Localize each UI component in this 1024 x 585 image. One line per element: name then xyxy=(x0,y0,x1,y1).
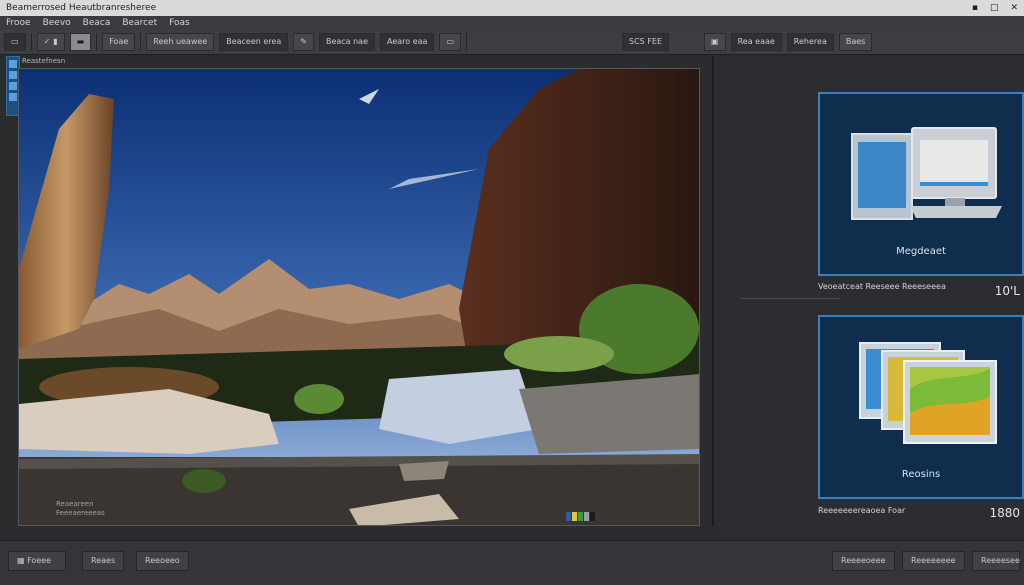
check-icon: ✓ xyxy=(43,37,51,46)
color-chip[interactable] xyxy=(566,512,571,521)
toolbar-button-3[interactable]: Beaceen erea xyxy=(219,33,289,51)
tool-icon[interactable] xyxy=(9,82,17,90)
tool-icon[interactable] xyxy=(9,93,17,101)
toolbar-button-1[interactable]: Foae xyxy=(102,33,136,51)
toolbar-separator xyxy=(30,33,32,51)
color-chip[interactable] xyxy=(572,512,577,521)
card-info-text: Veoeatceat Reeseee Reeeseeea xyxy=(818,282,946,291)
toolbar-button-6[interactable]: SCS FEE xyxy=(622,33,670,51)
menu-item-4[interactable]: Bearcet xyxy=(122,16,157,30)
menu-item-5[interactable]: Foas xyxy=(169,16,190,30)
menu-bar: Frooe Beevo Beaca Bearcet Foas xyxy=(0,16,1024,30)
bottom-left-button[interactable]: ▦ Foeee xyxy=(8,551,66,571)
color-chips[interactable] xyxy=(566,512,595,521)
check-button[interactable]: ✓ ▮ xyxy=(36,33,65,51)
maximize-icon[interactable]: □ xyxy=(990,0,999,16)
image-tool-button[interactable]: ▬ xyxy=(69,33,92,51)
toolbar-separator xyxy=(466,33,468,51)
viewer-status: Reaeareen Feeeaereeeas xyxy=(56,500,105,518)
card-info: Veoeatceat Reeseee Reeeseeea xyxy=(818,282,946,291)
bottom-button-5[interactable]: Reeeeeeee xyxy=(902,551,965,571)
folder-icon: ▭ xyxy=(11,37,19,46)
color-chip[interactable] xyxy=(578,512,583,521)
image-icon: ▬ xyxy=(76,37,85,46)
title-bar: Beamerrosed Heautbranresheree ▪ □ ✕ xyxy=(0,0,1024,16)
brush-icon: ✎ xyxy=(300,37,307,46)
landscape-image xyxy=(19,69,699,525)
folder-button[interactable]: ▭ xyxy=(4,33,26,51)
computer-icon xyxy=(851,127,1002,220)
menu-item-3[interactable]: Beaca xyxy=(83,16,111,30)
brush-button[interactable]: ✎ xyxy=(293,33,314,51)
grid-icon: ▦ xyxy=(17,556,28,565)
window-title: Beamerrosed Heautbranresheree xyxy=(6,3,157,13)
menu-item-1[interactable]: Frooe xyxy=(6,16,31,30)
toolbar-button-5[interactable]: Aearo eaa xyxy=(380,33,435,51)
toolbar-separator xyxy=(140,33,142,51)
toolbar-button-4[interactable]: Beaca nae xyxy=(318,33,376,51)
media-card-2[interactable]: Reosins xyxy=(818,315,1024,499)
menu-item-2[interactable]: Beevo xyxy=(43,16,71,30)
canvas-corner-label: Reastefnesn xyxy=(22,57,66,65)
toolbar: ▭ ✓ ▮ ▬ Foae Reeh ueawee Beaceen erea ✎ B… xyxy=(0,30,1024,55)
viewer-status-line: Reaeareen xyxy=(56,500,94,508)
bottom-bar: ▦ Foeee Reaes Reeoeeo Reeeeoeee Reeeeeee… xyxy=(0,540,1024,585)
toolbar-button-8[interactable]: Reherea xyxy=(786,33,834,51)
card-count: 1880 xyxy=(989,506,1020,520)
media-card-1[interactable]: Megdeaet xyxy=(818,92,1024,276)
color-chip[interactable] xyxy=(590,512,595,521)
window-controls: ▪ □ ✕ xyxy=(972,0,1018,16)
tool-icon[interactable] xyxy=(9,71,17,79)
photo-stack-icon xyxy=(859,342,997,444)
card-title: Reosins xyxy=(901,469,941,480)
card-info: Reeeeeeereaoea Foar xyxy=(818,506,905,515)
bottom-button-6[interactable]: Reeeesee xyxy=(972,551,1020,571)
toolbar-button-7[interactable]: Rea eaae xyxy=(730,33,782,51)
image-viewer[interactable] xyxy=(18,68,700,526)
viewer-status-line: Feeeaereeeas xyxy=(56,509,105,517)
minimize-icon[interactable]: ▪ xyxy=(972,0,978,16)
bottom-button-3[interactable]: Reeoeeo xyxy=(136,551,189,571)
card-count: 10'L xyxy=(994,284,1020,298)
tool-icon[interactable] xyxy=(9,60,17,68)
bottom-button-2[interactable]: Reaes xyxy=(82,551,125,571)
bottom-button-4[interactable]: Reeeeoeee xyxy=(832,551,895,571)
toggle-button[interactable]: ▭ xyxy=(439,33,462,51)
toolbar-separator xyxy=(96,33,98,51)
panel-rule xyxy=(740,298,840,299)
card-info-text: Reeeeeeereaoea Foar xyxy=(818,506,906,515)
color-chip[interactable] xyxy=(584,512,589,521)
toolbar-button-2[interactable]: Reeh ueawee xyxy=(146,33,215,51)
card-title: Megdeaet xyxy=(896,246,946,257)
close-icon[interactable]: ✕ xyxy=(1010,0,1018,16)
monitor-button[interactable]: ▣ xyxy=(704,33,726,51)
minus-icon: ▭ xyxy=(446,37,455,46)
toolbar-button-9[interactable]: Baes xyxy=(838,33,873,51)
monitor-icon: ▣ xyxy=(711,37,719,46)
